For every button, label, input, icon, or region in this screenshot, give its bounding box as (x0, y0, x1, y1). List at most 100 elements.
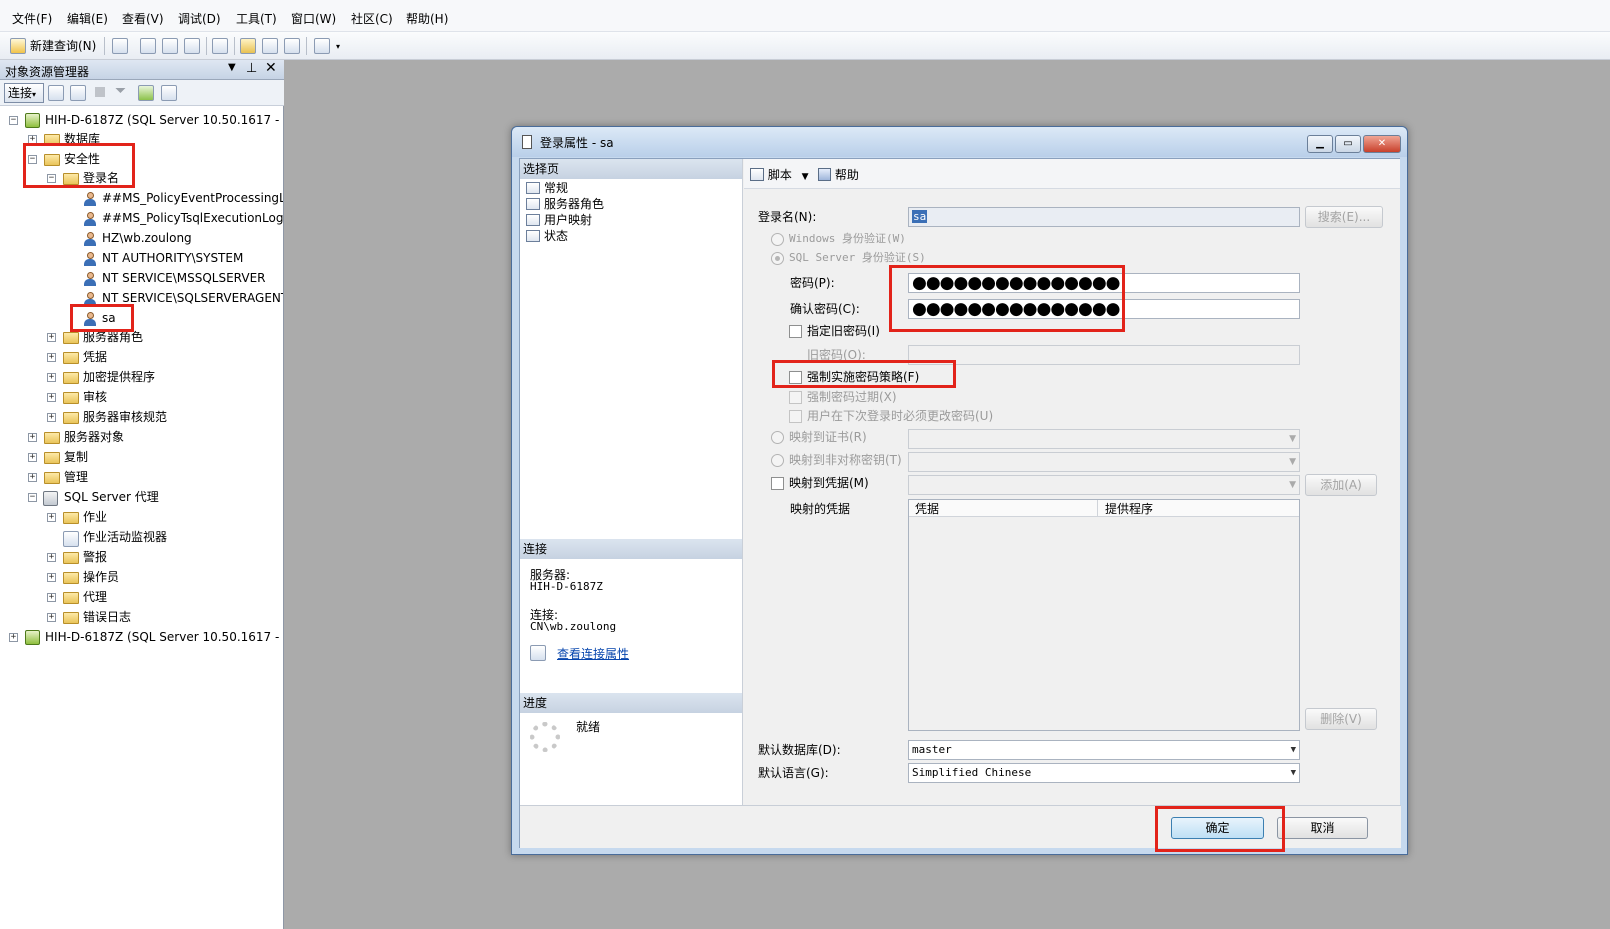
tree-error-logs[interactable]: 错误日志 (83, 608, 131, 626)
tree-server-node-2[interactable]: HIH-D-6187Z (SQL Server 10.50.1617 - sa) (45, 628, 283, 646)
windows-auth-radio[interactable] (771, 233, 784, 246)
tree-server-objects[interactable]: 服务器对象 (64, 428, 124, 446)
filter-icon[interactable]: ⏷ (115, 83, 126, 99)
tree-login-item[interactable]: NT SERVICE\MSSQLSERVER (102, 269, 265, 287)
expand-toggle-icon[interactable]: + (47, 373, 56, 382)
analysis-query-icon[interactable] (140, 38, 156, 54)
expand-toggle-icon[interactable]: + (28, 433, 37, 442)
new-file-icon[interactable] (212, 38, 228, 54)
close-button[interactable]: ✕ (1363, 135, 1401, 153)
view-connection-icon (530, 645, 546, 661)
menu-debug[interactable]: 调试(D) (178, 10, 221, 27)
print-icon[interactable] (284, 38, 300, 54)
collapse-toggle-icon[interactable]: − (28, 493, 37, 502)
menu-tools[interactable]: 工具(T) (236, 10, 277, 27)
open-folder-icon[interactable] (240, 38, 256, 54)
help-button[interactable]: 帮助 (818, 166, 859, 182)
expand-toggle-icon[interactable]: + (28, 473, 37, 482)
db-engine-query-icon[interactable] (112, 38, 128, 54)
expand-toggle-icon[interactable]: + (47, 553, 56, 562)
connect-object-icon[interactable] (48, 85, 64, 101)
expand-toggle-icon[interactable]: + (47, 353, 56, 362)
add-credential-button[interactable]: 添加(A) (1305, 474, 1377, 496)
expand-toggle-icon[interactable]: + (47, 593, 56, 602)
menu-help[interactable]: 帮助(H) (406, 10, 448, 27)
tree-replication[interactable]: 复制 (64, 448, 88, 466)
dropdown-icon[interactable]: ▼ (228, 62, 236, 73)
script-button[interactable]: 脚本 ▼ (750, 166, 809, 182)
tree-audits[interactable]: 审核 (83, 388, 107, 406)
tree-login-item[interactable]: ##MS_PolicyTsqlExecutionLogin## (102, 209, 283, 227)
default-lang-combo[interactable]: Simplified Chinese ▼ (908, 763, 1300, 783)
tree-job-activity-monitor[interactable]: 作业活动监视器 (83, 528, 167, 546)
toolbar-overflow-icon[interactable]: ▾ (336, 42, 340, 51)
stop-icon[interactable] (95, 87, 105, 97)
login-name-input[interactable]: sa (908, 207, 1300, 227)
collapse-toggle-icon[interactable]: − (9, 116, 18, 125)
chevron-down-icon[interactable]: ▼ (802, 172, 809, 182)
refresh-icon[interactable] (138, 85, 154, 101)
page-user-mapping[interactable]: 用户映射 (526, 212, 592, 228)
tree-alerts[interactable]: 警报 (83, 548, 107, 566)
tree-credentials[interactable]: 凭据 (83, 348, 107, 366)
tree-management[interactable]: 管理 (64, 468, 88, 486)
old-password-input[interactable] (908, 345, 1300, 365)
asym-key-combo[interactable]: ▼ (908, 452, 1300, 472)
default-db-combo[interactable]: master ▼ (908, 740, 1300, 760)
tree-operators[interactable]: 操作员 (83, 568, 119, 586)
menu-view[interactable]: 查看(V) (122, 10, 164, 27)
summary-icon[interactable] (161, 85, 177, 101)
close-icon[interactable]: ✕ (265, 60, 277, 76)
must-change-checkbox[interactable] (789, 410, 802, 423)
page-status[interactable]: 状态 (526, 228, 568, 244)
remove-credential-button[interactable]: 删除(V) (1305, 708, 1377, 730)
expand-toggle-icon[interactable]: + (47, 573, 56, 582)
map-credential-checkbox[interactable] (771, 477, 784, 490)
activity-monitor-icon[interactable] (314, 38, 330, 54)
expand-toggle-icon[interactable]: + (28, 453, 37, 462)
specify-old-password-checkbox[interactable] (789, 325, 802, 338)
grid-col-credential[interactable]: 凭据 (915, 501, 939, 517)
minimize-button[interactable]: ▁ (1307, 135, 1333, 153)
search-button[interactable]: 搜索(E)... (1305, 206, 1383, 228)
tree-sql-agent[interactable]: SQL Server 代理 (64, 488, 159, 506)
mdx-query-icon[interactable] (162, 38, 178, 54)
menu-file[interactable]: 文件(F) (12, 10, 52, 27)
page-server-roles[interactable]: 服务器角色 (526, 196, 604, 212)
tree-jobs[interactable]: 作业 (83, 508, 107, 526)
menu-window[interactable]: 窗口(W) (291, 10, 336, 27)
connect-button[interactable]: 连接▾ (4, 83, 44, 103)
tree-audit-specs[interactable]: 服务器审核规范 (83, 408, 167, 426)
menu-edit[interactable]: 编辑(E) (67, 10, 108, 27)
credential-combo[interactable]: ▼ (908, 475, 1300, 495)
sql-auth-radio[interactable] (771, 252, 784, 265)
tree-server-node[interactable]: HIH-D-6187Z (SQL Server 10.50.1617 - CN\… (45, 111, 283, 129)
view-connection-properties-link[interactable]: 查看连接属性 (557, 646, 629, 662)
xmla-query-icon[interactable] (184, 38, 200, 54)
enforce-expiration-checkbox[interactable] (789, 391, 802, 404)
tree-login-item[interactable]: NT AUTHORITY\SYSTEM (102, 249, 243, 267)
map-asym-key-radio[interactable] (771, 454, 784, 467)
expand-toggle-icon[interactable]: + (47, 513, 56, 522)
expand-toggle-icon[interactable]: + (47, 613, 56, 622)
disconnect-icon[interactable] (70, 85, 86, 101)
pin-icon[interactable]: ⊥ (246, 61, 257, 76)
cancel-button[interactable]: 取消 (1277, 817, 1368, 839)
map-cert-radio[interactable] (771, 431, 784, 444)
maximize-button[interactable]: ▭ (1335, 135, 1361, 153)
expand-toggle-icon[interactable]: + (47, 333, 56, 342)
new-query-button[interactable]: 新建查询(N) (10, 36, 96, 56)
expand-toggle-icon[interactable]: + (47, 413, 56, 422)
menu-community[interactable]: 社区(C) (351, 10, 393, 27)
tree-login-item[interactable]: ##MS_PolicyEventProcessingLogin## (102, 189, 283, 207)
page-general[interactable]: 常规 (526, 180, 568, 196)
tree-crypto-providers[interactable]: 加密提供程序 (83, 368, 155, 386)
tree-login-item[interactable]: HZ\wb.zoulong (102, 229, 192, 247)
expand-toggle-icon[interactable]: + (47, 393, 56, 402)
cert-combo[interactable]: ▼ (908, 429, 1300, 449)
save-icon[interactable] (262, 38, 278, 54)
chevron-down-icon: ▼ (1289, 434, 1296, 444)
tree-proxies[interactable]: 代理 (83, 588, 107, 606)
mapped-credentials-grid[interactable]: 凭据 提供程序 (908, 499, 1300, 731)
expand-toggle-icon[interactable]: + (9, 633, 18, 642)
